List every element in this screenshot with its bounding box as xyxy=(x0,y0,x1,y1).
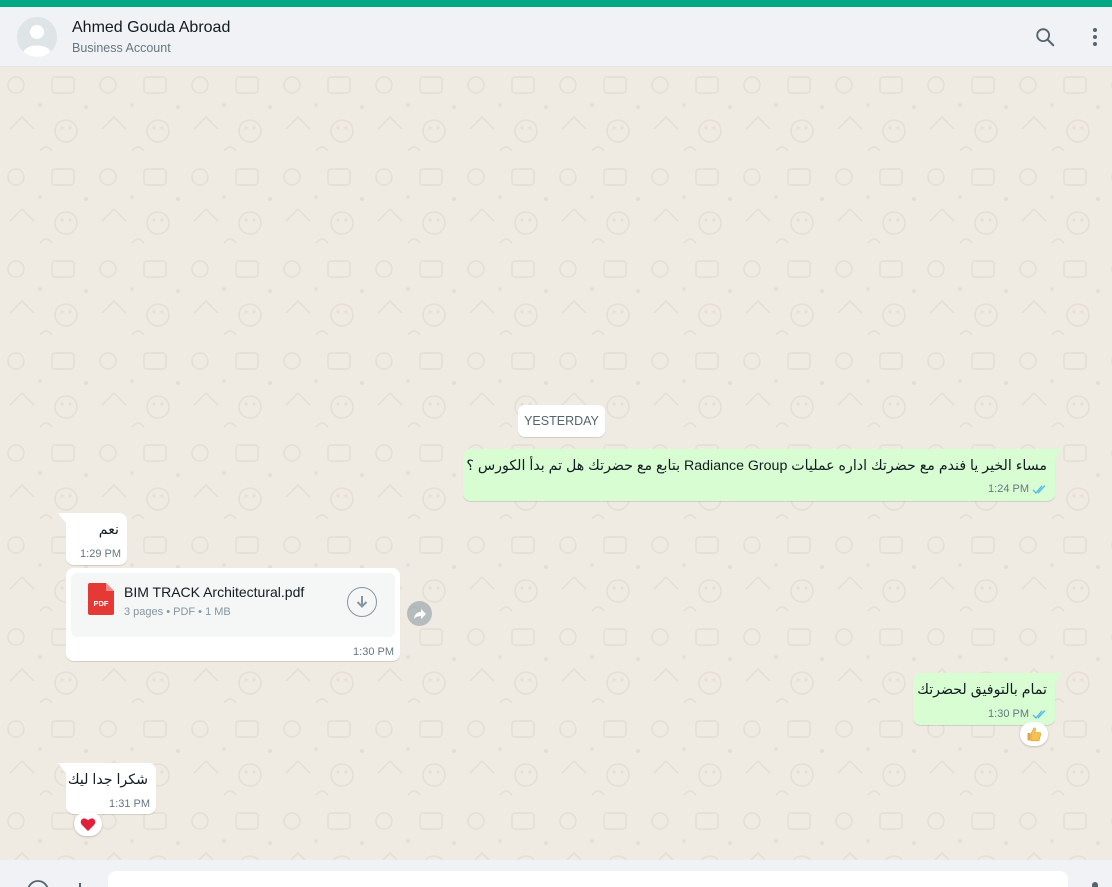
document-message-bubble[interactable]: PDF BIM TRACK Architectural.pdf 3 pages … xyxy=(66,568,400,661)
attach-button[interactable] xyxy=(68,879,92,887)
message-meta: 1:31 PM xyxy=(109,798,150,810)
bubble-tail xyxy=(58,763,66,773)
document-name[interactable]: BIM TRACK Architectural.pdf xyxy=(124,584,304,600)
message-meta: 1:30 PM xyxy=(353,646,394,658)
read-receipt-icon xyxy=(1032,709,1046,719)
message-time: 1:31 PM xyxy=(109,798,150,810)
download-button[interactable] xyxy=(347,587,377,617)
emoji-icon xyxy=(27,880,49,887)
contact-name[interactable]: Ahmed Gouda Abroad xyxy=(72,19,230,37)
message-meta: 1:29 PM xyxy=(80,548,121,560)
reaction-badge[interactable] xyxy=(74,812,102,836)
forward-button[interactable] xyxy=(407,601,432,626)
microphone-icon xyxy=(1092,882,1098,887)
message-bubble-outgoing[interactable]: تمام بالتوفيق لحضرتك 1:30 PM xyxy=(913,673,1063,725)
document-info: 3 pages • PDF • 1 MB xyxy=(124,606,231,618)
search-icon xyxy=(1036,28,1055,47)
search-button[interactable] xyxy=(1032,24,1058,50)
message-time: 1:24 PM xyxy=(988,483,1029,495)
message-time: 1:30 PM xyxy=(353,646,394,658)
read-receipt-icon xyxy=(1032,484,1046,494)
contact-avatar[interactable] xyxy=(17,17,57,57)
bubble-tail xyxy=(58,513,66,523)
menu-button[interactable] xyxy=(1082,24,1108,50)
bubble-tail xyxy=(1055,449,1063,459)
message-text: تمام بالتوفيق لحضرتك xyxy=(917,682,1047,698)
red-heart-icon xyxy=(80,817,96,831)
message-bubble-incoming[interactable]: شكرا جدا ليك 1:31 PM xyxy=(58,763,156,814)
message-bubble-outgoing[interactable]: مساء الخير يا فندم مع حضرتك اداره عمليات… xyxy=(463,449,1063,501)
message-time: 1:30 PM xyxy=(988,708,1029,720)
voice-message-button[interactable] xyxy=(1083,879,1107,887)
message-meta: 1:30 PM xyxy=(988,708,1048,720)
message-input[interactable] xyxy=(108,871,1068,887)
message-text: مساء الخير يا فندم مع حضرتك اداره عمليات… xyxy=(466,458,1047,474)
message-text: نعم xyxy=(98,522,119,538)
chat-header[interactable]: Ahmed Gouda Abroad Business Account xyxy=(0,7,1112,67)
message-text: شكرا جدا ليك xyxy=(67,772,148,788)
emoji-button[interactable] xyxy=(26,879,50,887)
download-arrow-icon xyxy=(356,596,368,608)
message-meta: 1:24 PM xyxy=(988,483,1048,495)
message-time: 1:29 PM xyxy=(80,548,121,560)
contact-subtitle: Business Account xyxy=(72,41,171,55)
plus-icon xyxy=(79,883,81,887)
message-composer[interactable] xyxy=(0,860,1112,887)
pdf-file-icon: PDF xyxy=(88,583,114,615)
document-card[interactable]: PDF BIM TRACK Architectural.pdf 3 pages … xyxy=(71,573,395,637)
top-accent-bar xyxy=(0,0,1112,7)
chat-panel[interactable]: YESTERDAY مساء الخير يا فندم مع حضرتك اد… xyxy=(0,67,1112,860)
forward-arrow-icon xyxy=(413,608,426,619)
date-separator: YESTERDAY xyxy=(518,405,605,437)
message-bubble-incoming[interactable]: نعم 1:29 PM xyxy=(58,513,127,565)
kebab-menu-icon xyxy=(1093,28,1097,46)
thumbs-up-icon xyxy=(1027,727,1041,742)
reaction-badge[interactable] xyxy=(1020,722,1048,746)
default-avatar-icon xyxy=(17,17,57,57)
bubble-tail xyxy=(1055,673,1063,683)
pdf-badge-text: PDF xyxy=(94,599,109,608)
